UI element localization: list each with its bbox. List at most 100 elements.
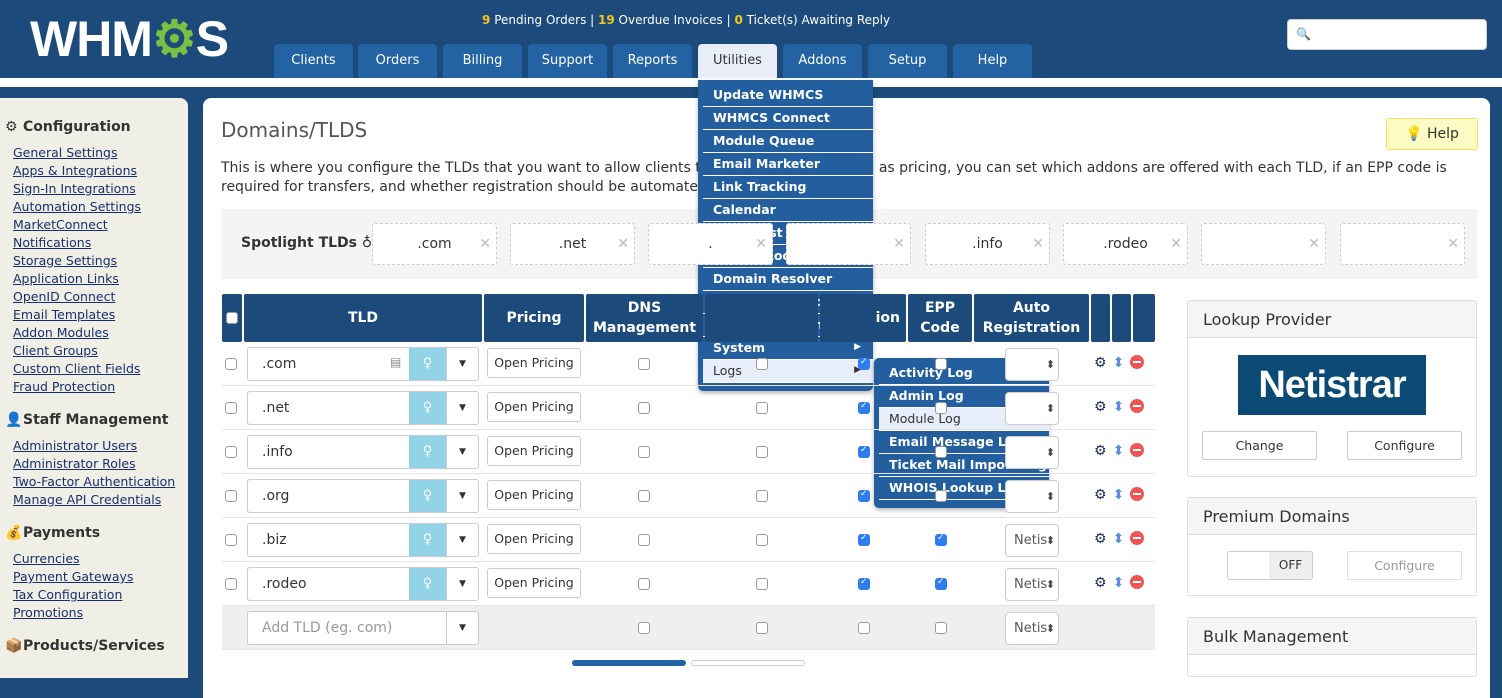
remove-icon[interactable]: ✕: [893, 224, 905, 264]
chevron-down-icon[interactable]: ▼: [446, 568, 478, 600]
configure-premium-button[interactable]: Configure: [1347, 551, 1462, 580]
whmcs-logo[interactable]: WHM⚙S: [30, 14, 229, 64]
search-input[interactable]: 🔍: [1287, 19, 1487, 50]
change-provider-button[interactable]: Change: [1202, 431, 1317, 460]
add-tld-input[interactable]: Add TLD (eg. com) ▼: [247, 611, 479, 645]
id-checkbox[interactable]: [858, 401, 870, 414]
spotlight-slot[interactable]: .info ✕: [925, 223, 1050, 265]
add-row-checkbox[interactable]: [756, 622, 768, 634]
sort-arrows-icon[interactable]: ⬍: [1113, 443, 1125, 459]
delete-icon[interactable]: [1130, 531, 1145, 545]
sidebar-link-apps-integrations[interactable]: Apps & Integrations: [13, 163, 137, 178]
sidebar-link-administrator-roles[interactable]: Administrator Roles: [13, 456, 136, 471]
open-pricing-button[interactable]: Open Pricing: [487, 524, 581, 554]
sort-arrows-icon[interactable]: ⬍: [1113, 487, 1125, 503]
remove-icon[interactable]: ✕: [617, 224, 629, 264]
gear-icon[interactable]: ⚙: [1094, 399, 1107, 415]
chevron-down-icon[interactable]: ▼: [446, 524, 478, 556]
spotlight-slot[interactable]: ✕: [786, 223, 911, 265]
tab-reports[interactable]: Reports: [613, 44, 692, 78]
gear-icon[interactable]: ⚙: [1094, 443, 1107, 459]
tickets-link[interactable]: Ticket(s) Awaiting Reply: [747, 13, 890, 27]
chevron-down-icon[interactable]: ▼: [446, 348, 478, 380]
spotlight-bulb-icon[interactable]: ♀: [409, 348, 446, 380]
add-row-checkbox[interactable]: [935, 622, 947, 634]
sidebar-link-payment-gateways[interactable]: Payment Gateways: [13, 569, 133, 584]
id-checkbox[interactable]: [858, 533, 870, 546]
auto-registration-select[interactable]: [1005, 480, 1059, 513]
spotlight-slot[interactable]: . ✕: [648, 223, 773, 265]
email-checkbox[interactable]: [756, 358, 768, 370]
delete-icon[interactable]: [1130, 355, 1145, 369]
spotlight-bulb-icon[interactable]: ♀: [409, 392, 446, 424]
sidebar-link-currencies[interactable]: Currencies: [13, 551, 80, 566]
menu-item-calendar[interactable]: Calendar: [703, 199, 873, 222]
dns-checkbox[interactable]: [638, 490, 650, 502]
configure-provider-button[interactable]: Configure: [1347, 431, 1462, 460]
open-pricing-button[interactable]: Open Pricing: [487, 568, 581, 598]
email-checkbox[interactable]: [756, 402, 768, 414]
open-pricing-button[interactable]: Open Pricing: [487, 392, 581, 422]
sort-arrows-icon[interactable]: ⬍: [1113, 575, 1125, 591]
row-checkbox[interactable]: [225, 490, 237, 502]
remove-icon[interactable]: ✕: [1447, 224, 1459, 264]
auto-registration-select[interactable]: [1005, 392, 1059, 425]
overdue-count[interactable]: 19: [598, 13, 615, 27]
sidebar-link-two-factor-authentication[interactable]: Two-Factor Authentication: [13, 474, 175, 489]
dns-checkbox[interactable]: [638, 534, 650, 546]
sidebar-link-tax-configuration[interactable]: Tax Configuration: [13, 587, 122, 602]
add-row-checkbox[interactable]: [858, 622, 870, 634]
spotlight-bulb-icon[interactable]: ♀: [409, 524, 446, 556]
auto-registration-select[interactable]: [1005, 348, 1059, 381]
tickets-count[interactable]: 0: [734, 13, 742, 27]
sidebar-link-notifications[interactable]: Notifications: [13, 235, 91, 250]
gear-icon[interactable]: ⚙: [1094, 487, 1107, 503]
open-pricing-button[interactable]: Open Pricing: [487, 348, 581, 378]
dns-checkbox[interactable]: [638, 358, 650, 370]
save-button[interactable]: [572, 660, 686, 666]
sidebar-link-openid-connect[interactable]: OpenID Connect: [13, 289, 115, 304]
gear-icon[interactable]: ⚙: [1094, 355, 1107, 371]
sidebar-link-sign-in-integrations[interactable]: Sign-In Integrations: [13, 181, 136, 196]
tab-utilities[interactable]: Utilities: [698, 44, 777, 78]
dns-checkbox[interactable]: [638, 578, 650, 590]
epp-checkbox[interactable]: [935, 577, 947, 590]
sidebar-link-promotions[interactable]: Promotions: [13, 605, 83, 620]
sidebar-link-addon-modules[interactable]: Addon Modules: [13, 325, 109, 340]
delete-icon[interactable]: [1130, 487, 1145, 501]
gear-icon[interactable]: ⚙: [1094, 575, 1107, 591]
tld-input[interactable]: .com ▤ ♀ ▼: [247, 347, 479, 381]
tld-input[interactable]: .net ♀ ▼: [247, 391, 479, 425]
row-checkbox[interactable]: [225, 358, 237, 370]
id-checkbox[interactable]: [858, 445, 870, 458]
menu-item-whmcs-connect[interactable]: WHMCS Connect: [703, 107, 873, 130]
sort-arrows-icon[interactable]: ⬍: [1113, 355, 1125, 371]
sidebar-link-email-templates[interactable]: Email Templates: [13, 307, 115, 322]
delete-icon[interactable]: [1130, 443, 1145, 457]
sidebar-link-manage-api-credentials[interactable]: Manage API Credentials: [13, 492, 161, 507]
sidebar-link-automation-settings[interactable]: Automation Settings: [13, 199, 141, 214]
id-checkbox[interactable]: [858, 489, 870, 502]
spotlight-slot[interactable]: .com ✕: [372, 223, 497, 265]
row-checkbox[interactable]: [225, 446, 237, 458]
epp-checkbox[interactable]: [935, 402, 947, 414]
sidebar-link-application-links[interactable]: Application Links: [13, 271, 119, 286]
tab-clients[interactable]: Clients: [274, 44, 353, 78]
dns-checkbox[interactable]: [638, 446, 650, 458]
tab-billing[interactable]: Billing: [443, 44, 522, 78]
sidebar-link-storage-settings[interactable]: Storage Settings: [13, 253, 117, 268]
tab-support[interactable]: Support: [528, 44, 607, 78]
epp-checkbox[interactable]: [935, 490, 947, 502]
spotlight-bulb-icon[interactable]: ♀: [409, 436, 446, 468]
spotlight-slot[interactable]: .net ✕: [510, 223, 635, 265]
email-checkbox[interactable]: [756, 490, 768, 502]
remove-icon[interactable]: ✕: [755, 224, 767, 264]
chevron-down-icon[interactable]: ▼: [446, 392, 478, 424]
row-checkbox[interactable]: [225, 578, 237, 590]
dns-checkbox[interactable]: [638, 402, 650, 414]
cancel-button[interactable]: [691, 660, 805, 666]
tab-orders[interactable]: Orders: [358, 44, 437, 78]
email-checkbox[interactable]: [756, 534, 768, 546]
pending-count[interactable]: 9: [482, 13, 490, 27]
remove-icon[interactable]: ✕: [1170, 224, 1182, 264]
